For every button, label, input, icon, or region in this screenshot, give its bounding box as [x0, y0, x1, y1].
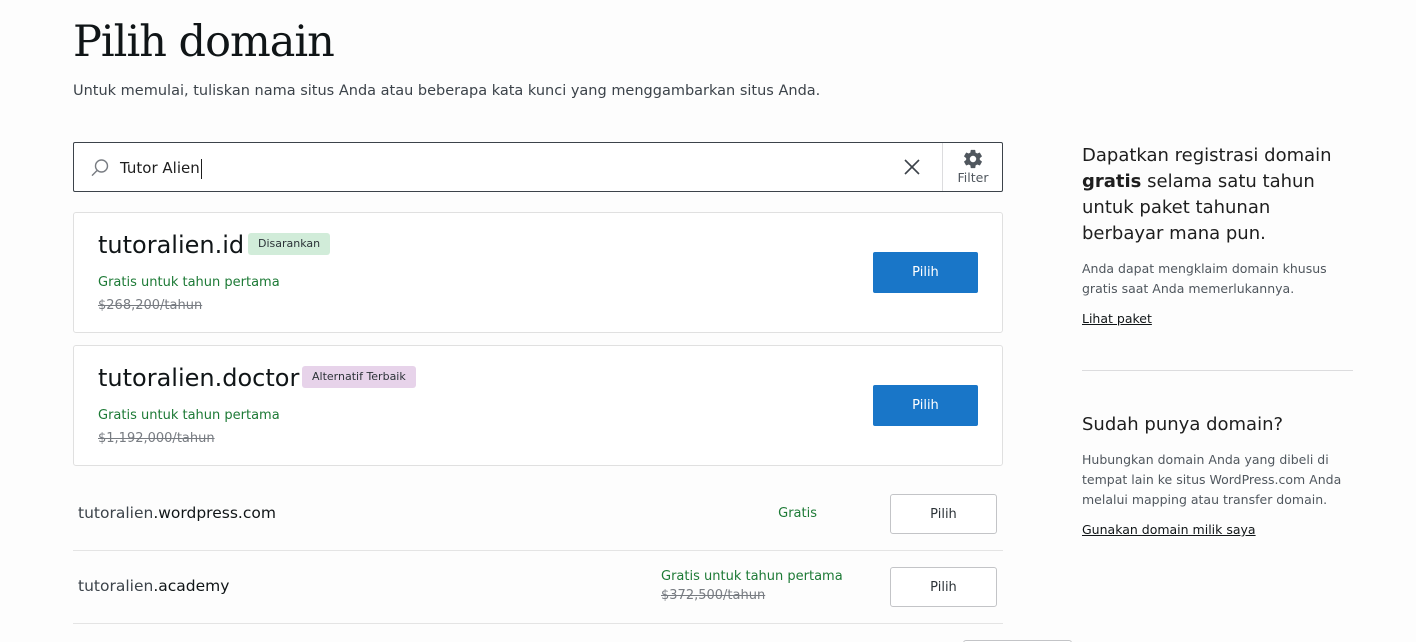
promo-heading-pre: Dapatkan registrasi domain: [1082, 145, 1332, 166]
domain-list-row: tutoralien.wordpress.com Gratis Pilih: [73, 477, 1003, 551]
domain-name: tutoralien.academy: [78, 550, 229, 623]
recommended-badge: Disarankan: [248, 233, 331, 255]
own-domain-heading: Sudah punya domain?: [1082, 414, 1284, 435]
gear-icon: [964, 149, 982, 169]
page-subtitle: Untuk memulai, tuliskan nama situs Anda …: [73, 83, 821, 99]
search-input[interactable]: Tutor Alien: [120, 143, 202, 191]
domain-price: Gratis: [778, 506, 817, 521]
select-domain-button[interactable]: Pilih: [873, 385, 978, 426]
select-domain-button[interactable]: Pilih: [873, 252, 978, 293]
free-domain-promo: Dapatkan registrasi domain gratis selama…: [1082, 143, 1353, 327]
domain-tld: .wordpress.com: [153, 504, 276, 522]
original-price: $372,500/tahun: [661, 588, 766, 603]
promo-heading-bold: gratis: [1082, 171, 1142, 192]
domain-name: tutoralien.id: [98, 231, 245, 259]
search-icon: [91, 159, 109, 177]
original-price: $268,200/tahun: [98, 298, 203, 313]
sidebar-divider: [1082, 370, 1353, 371]
filter-label: Filter: [957, 170, 989, 185]
promo-text: Anda dapat mengklaim domain khusus grati…: [1082, 261, 1327, 296]
page-title: Pilih domain: [73, 17, 335, 67]
featured-domain-card: tutoralien.id Disarankan Gratis untuk ta…: [73, 212, 1003, 333]
view-plans-link[interactable]: Lihat paket: [1082, 311, 1152, 326]
domain-search-bar[interactable]: Tutor Alien Filter: [73, 142, 1003, 192]
best-alternative-badge: Alternatif Terbaik: [302, 366, 416, 388]
free-first-year-text: Gratis untuk tahun pertama: [98, 408, 280, 423]
domain-name: tutoralien.doctor: [98, 364, 300, 392]
free-first-year-text: Gratis untuk tahun pertama: [98, 275, 280, 290]
featured-domain-card: tutoralien.doctor Alternatif Terbaik Gra…: [73, 345, 1003, 466]
original-price: $1,192,000/tahun: [98, 431, 215, 446]
domain-sub: tutoralien: [78, 577, 154, 595]
close-icon[interactable]: [902, 157, 922, 177]
select-domain-button[interactable]: Pilih: [890, 567, 997, 607]
domain-price: Gratis untuk tahun pertama $372,500/tahu…: [661, 569, 843, 603]
own-domain-section: Sudah punya domain? Hubungkan domain And…: [1082, 412, 1353, 538]
promo-heading: Dapatkan registrasi domain gratis selama…: [1082, 143, 1353, 247]
domain-sub: tutoralien: [78, 504, 154, 522]
domain-picker-page: Pilih domain Untuk memulai, tuliskan nam…: [0, 0, 1416, 642]
domain-name: tutoralien.wordpress.com: [78, 477, 276, 550]
free-first-year-text: Gratis untuk tahun pertama: [661, 569, 843, 584]
domain-list-row: tutoralien.academy Gratis untuk tahun pe…: [73, 550, 1003, 624]
filter-button[interactable]: Filter: [942, 143, 1003, 191]
text-caret: [200, 158, 202, 179]
select-domain-button[interactable]: Pilih: [890, 494, 997, 534]
search-input-value: Tutor Alien: [120, 159, 200, 177]
own-domain-text: Hubungkan domain Anda yang dibeli di tem…: [1082, 452, 1342, 507]
domain-tld: .academy: [153, 577, 230, 595]
use-own-domain-link[interactable]: Gunakan domain milik saya: [1082, 522, 1256, 537]
